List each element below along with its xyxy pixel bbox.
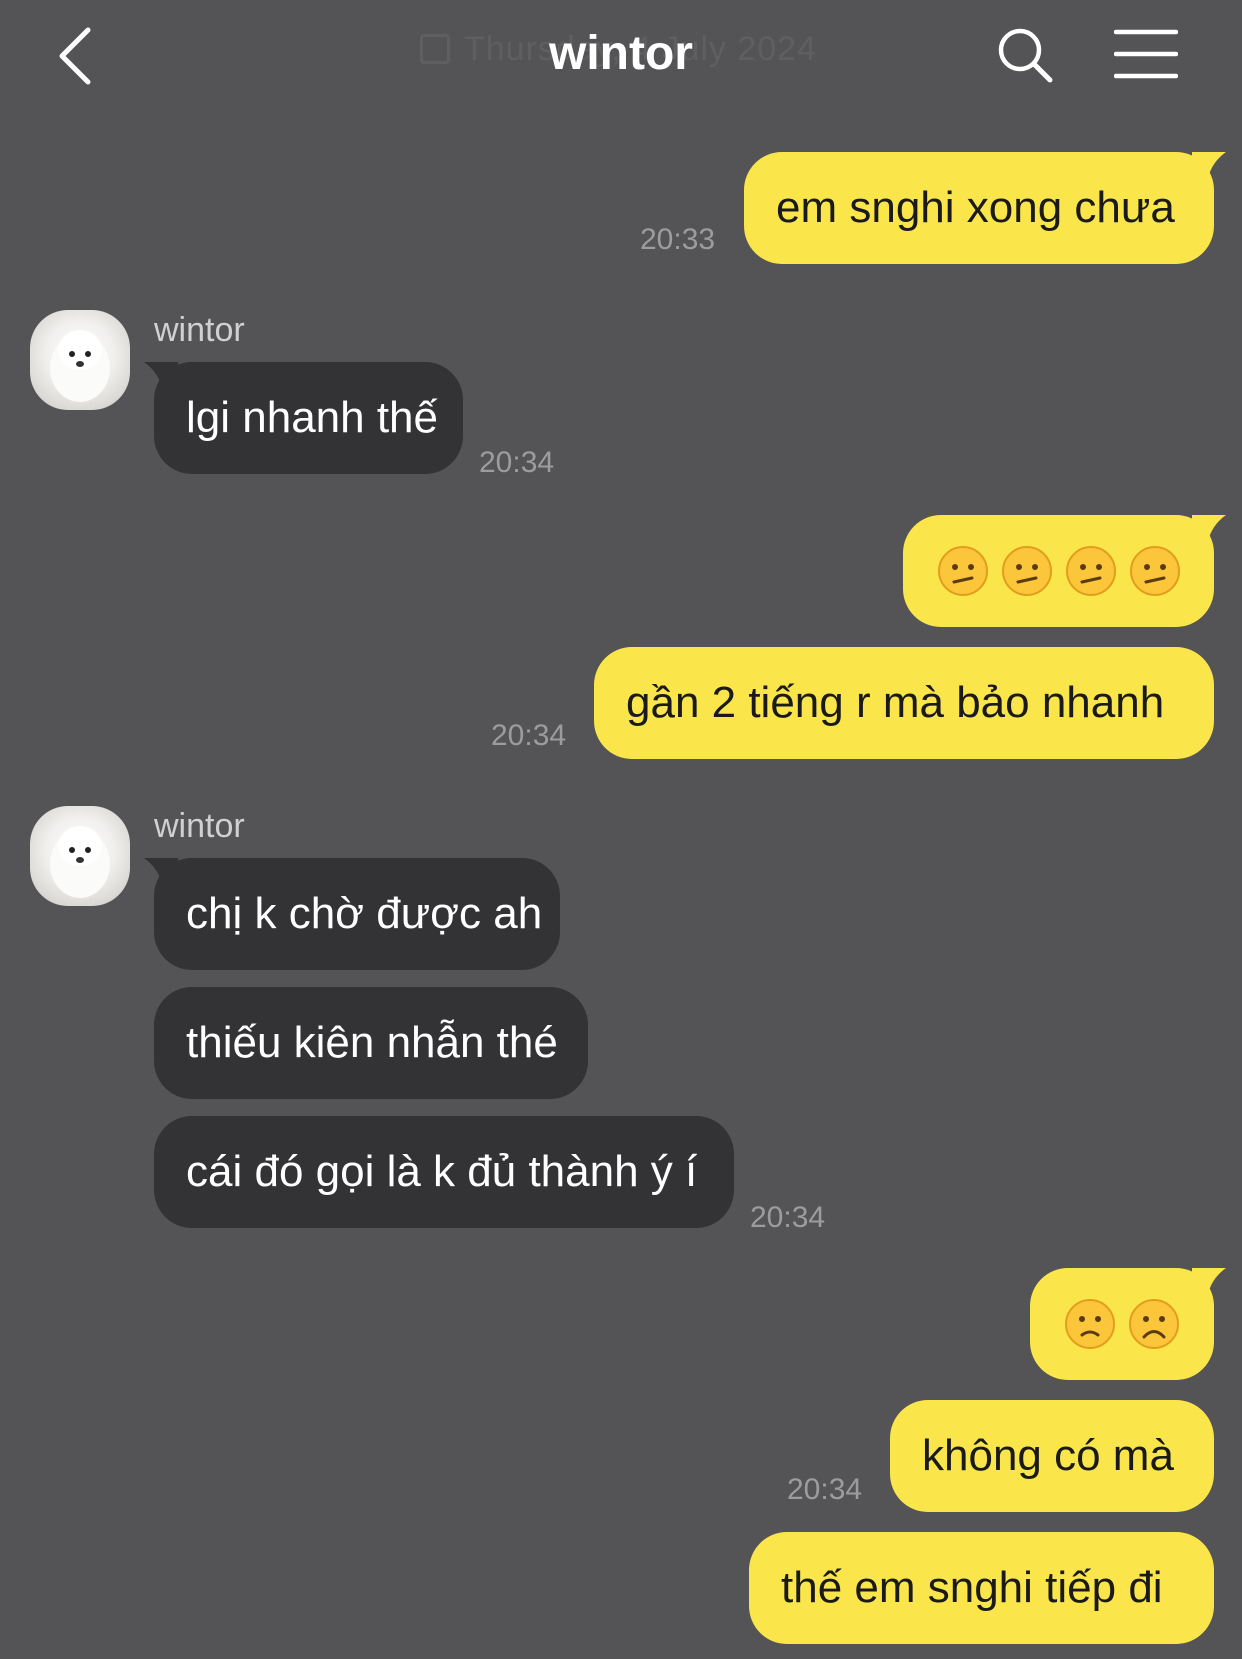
avatar[interactable] [30, 806, 130, 906]
sender-name: wintor [154, 311, 245, 349]
message-text: không có mà [922, 1431, 1174, 1480]
message-time: 20:34 [787, 1473, 863, 1506]
dog-avatar-icon [50, 826, 110, 898]
sender-name: wintor [154, 807, 245, 845]
dog-avatar-icon [50, 330, 110, 402]
bubble-tail [1192, 1268, 1226, 1294]
emoji-message-bubble[interactable] [1030, 1268, 1214, 1380]
message-time: 20:34 [479, 446, 555, 479]
confused-face-icon [1129, 546, 1180, 596]
hamburger-menu-icon [1113, 29, 1179, 79]
emoji-message-bubble[interactable] [903, 515, 1214, 627]
frowning-face-icon [1129, 1299, 1179, 1349]
message-text: cái đó gọi là k đủ thành ý í [186, 1147, 698, 1196]
confused-face-icon [1065, 546, 1116, 596]
message-bubble-incoming[interactable]: chị k chờ được ah [154, 858, 560, 970]
slightly-frowning-face-icon [1065, 1299, 1115, 1349]
search-button[interactable] [996, 26, 1054, 84]
chat-title[interactable]: wintor [0, 26, 1242, 81]
message-bubble-outgoing[interactable]: thế em snghi tiếp đi [749, 1532, 1214, 1644]
message-text: em snghi xong chưa [776, 183, 1175, 232]
message-bubble-outgoing[interactable]: không có mà [890, 1400, 1214, 1512]
message-text: lgi nhanh thế [186, 393, 438, 442]
message-text: thiếu kiên nhẫn thé [186, 1018, 558, 1067]
confused-face-icon [937, 546, 988, 596]
message-time: 20:34 [750, 1201, 826, 1234]
confused-face-icon [1001, 546, 1052, 596]
bubble-tail [1192, 152, 1226, 178]
avatar[interactable] [30, 310, 130, 410]
message-bubble-incoming[interactable]: lgi nhanh thế [154, 362, 463, 474]
message-bubble-outgoing[interactable]: gần 2 tiếng r mà bảo nhanh [594, 647, 1214, 759]
chat-header: Thursday, 4 July 2024 wintor [0, 0, 1242, 120]
message-bubble-incoming[interactable]: thiếu kiên nhẫn thé [154, 987, 588, 1099]
search-icon [998, 28, 1053, 83]
message-bubble-incoming[interactable]: cái đó gọi là k đủ thành ý í [154, 1116, 734, 1228]
message-text: thế em snghi tiếp đi [781, 1563, 1163, 1612]
message-bubble-outgoing[interactable]: em snghi xong chưa [744, 152, 1214, 264]
message-time: 20:34 [491, 719, 567, 752]
bubble-tail [1192, 515, 1226, 541]
message-text: chị k chờ được ah [186, 889, 543, 938]
message-time: 20:33 [640, 223, 716, 256]
menu-button[interactable] [1113, 28, 1179, 80]
message-text: gần 2 tiếng r mà bảo nhanh [626, 678, 1165, 727]
